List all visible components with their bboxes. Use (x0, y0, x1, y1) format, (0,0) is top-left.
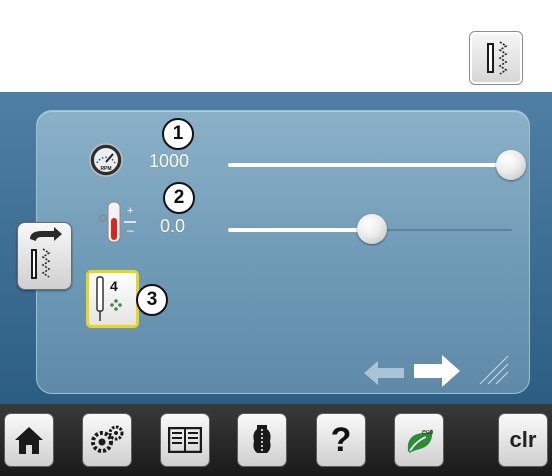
tutorial-button[interactable] (160, 413, 210, 467)
needle-stop-number: 4 (110, 278, 118, 294)
tension-slider-rest (372, 229, 512, 231)
sewing-speed-icon: RPM (89, 143, 123, 177)
callout-2: 2 (163, 182, 195, 214)
setup-button[interactable] (82, 413, 132, 467)
callout-3: 3 (136, 284, 168, 316)
clear-button[interactable]: clr (498, 413, 548, 467)
svg-text:eco: eco (422, 429, 433, 436)
stitch-width-icon (469, 31, 523, 85)
speed-slider-track[interactable] (228, 163, 512, 167)
needle-stop-icon: 4 (96, 276, 122, 321)
speed-value: 1000 (149, 151, 190, 171)
needle-stop-button[interactable]: 4 (86, 270, 139, 328)
help-icon: ? (330, 420, 352, 459)
back-to-stitch-icon (30, 227, 62, 279)
sewing-consultant-icon (253, 425, 271, 453)
thread-tension-icon: + – (98, 200, 140, 244)
eco-button[interactable]: eco (394, 413, 444, 467)
tension-value: 0.0 (160, 216, 186, 236)
help-button[interactable]: ? (316, 413, 366, 467)
speed-slider-knob[interactable] (496, 150, 526, 180)
home-button[interactable] (4, 413, 54, 467)
eco-icon: eco (407, 429, 433, 453)
tutorial-book-icon (168, 427, 202, 453)
tension-slider-track[interactable] (228, 228, 372, 232)
tension-slider-knob[interactable] (357, 214, 387, 244)
sewing-consultant-button[interactable] (237, 413, 287, 467)
svg-text:–: – (127, 223, 134, 237)
svg-text:+: + (127, 205, 133, 217)
arrow-left-icon (364, 361, 404, 385)
svg-text:RPM: RPM (100, 166, 111, 172)
back-button[interactable] (17, 222, 72, 290)
arrow-right-icon[interactable] (412, 353, 462, 389)
resize-grip-icon (479, 355, 509, 385)
home-icon (15, 427, 43, 454)
callout-1: 1 (162, 118, 194, 150)
clear-label: clr (509, 427, 537, 452)
setup-gears-icon (91, 425, 124, 453)
